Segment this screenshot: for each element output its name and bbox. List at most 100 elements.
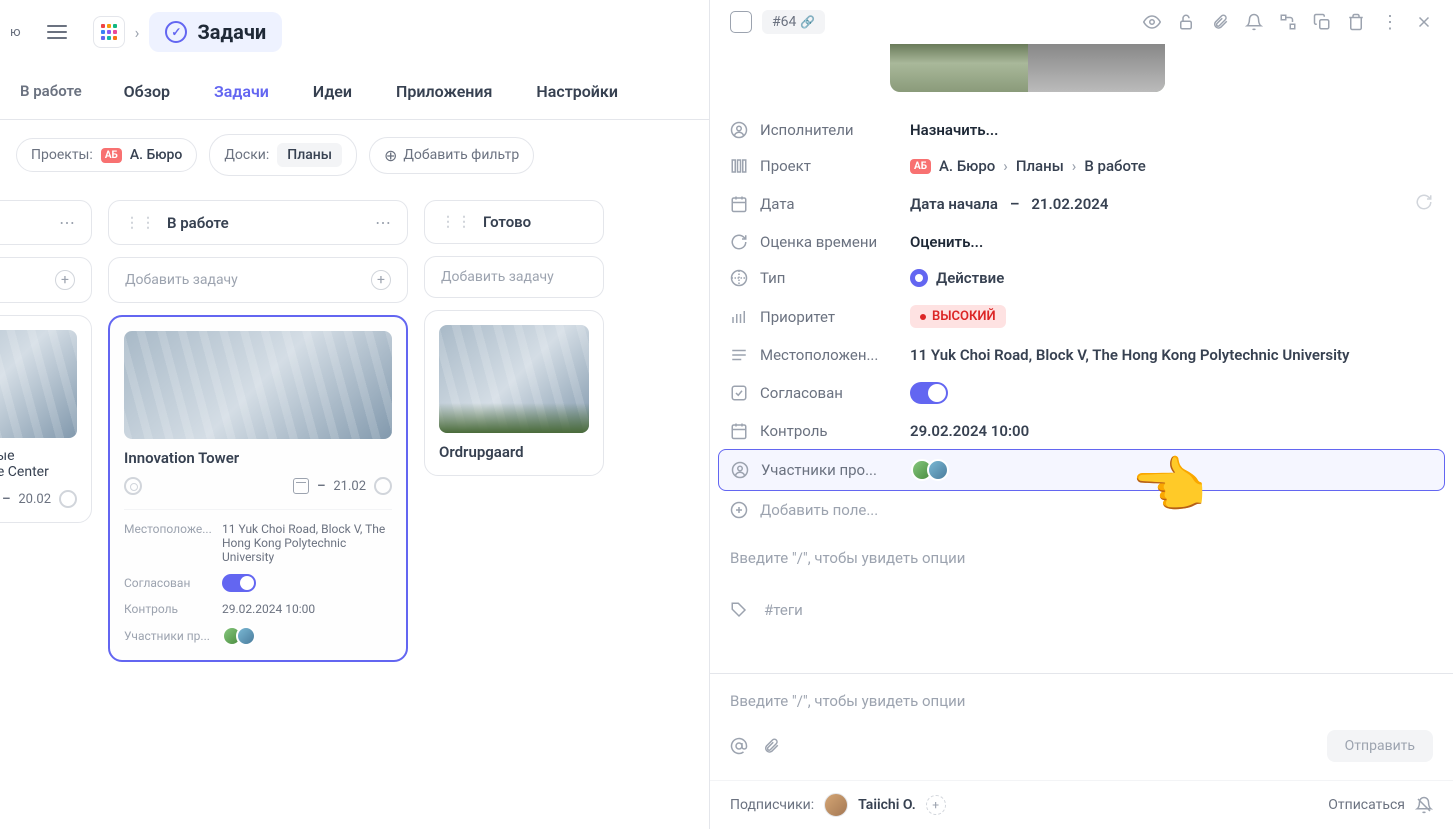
unsubscribe-button[interactable]: Отписаться xyxy=(1328,796,1433,814)
board-name: Планы xyxy=(277,143,342,167)
tab-ideas[interactable]: Идеи xyxy=(297,64,368,119)
field-project[interactable]: Проект АБ А. Бюро › Планы › В работе xyxy=(730,148,1433,184)
participants-avatars[interactable] xyxy=(911,459,949,481)
detail-body: Исполнители Назначить... Проект АБ А. Бю… xyxy=(710,44,1453,673)
calendar-icon xyxy=(730,422,748,440)
sync-icon[interactable] xyxy=(1415,193,1433,215)
field-value-text[interactable]: Назначить... xyxy=(910,121,1433,139)
task-card-selected[interactable]: Innovation Tower – 21.02 xyxy=(108,315,408,662)
task-check-icon: ✓ xyxy=(165,21,187,43)
eye-icon[interactable] xyxy=(1143,13,1161,31)
field-assignees[interactable]: Исполнители Назначить... xyxy=(730,112,1433,148)
drag-icon[interactable]: ⋮⋮ xyxy=(125,215,157,231)
cover-image[interactable] xyxy=(890,44,1165,92)
task-type-icon[interactable] xyxy=(730,11,752,33)
page-indicator[interactable]: ✓ Задачи xyxy=(149,12,282,52)
add-task-label: Добавить задачу xyxy=(441,269,554,285)
add-task-button[interactable]: чу + xyxy=(0,257,92,303)
add-subscriber-button[interactable]: + xyxy=(926,795,946,815)
subscriber-avatar[interactable] xyxy=(824,793,848,817)
approved-toggle[interactable] xyxy=(222,574,256,592)
tab-overview[interactable]: Обзор xyxy=(108,64,186,119)
field-label-text: Приоритет xyxy=(760,308,835,326)
status-filter[interactable]: В работе xyxy=(6,70,96,114)
task-card[interactable]: маркетинговые 'haeno Science Center – 20… xyxy=(0,315,92,523)
add-field-button[interactable]: Добавить поле... xyxy=(730,491,1433,529)
type-value[interactable]: Действие xyxy=(910,269,1433,287)
attachment-icon[interactable] xyxy=(1211,13,1229,31)
column-menu-icon[interactable]: ⋯ xyxy=(375,213,391,232)
column-menu-icon[interactable]: ⋯ xyxy=(59,213,75,232)
copy-icon[interactable] xyxy=(1313,13,1331,31)
send-button[interactable]: Отправить xyxy=(1327,730,1433,762)
field-value-text[interactable]: Оценить... xyxy=(910,233,1433,251)
drag-icon[interactable]: ⋮⋮ xyxy=(441,214,473,230)
tab-apps[interactable]: Приложения xyxy=(380,64,508,119)
tags-placeholder: #теги xyxy=(764,601,803,619)
field-label-text: Тип xyxy=(760,269,785,287)
tags-row[interactable]: #теги xyxy=(730,587,1433,633)
tab-bar: В работе Обзор Задачи Идеи Приложения На… xyxy=(0,64,709,120)
comment-input[interactable]: Введите "/", чтобы увидеть опции xyxy=(730,692,1433,730)
field-participants[interactable]: Участники про... xyxy=(718,449,1445,491)
breadcrumb-item: Планы xyxy=(1016,157,1064,175)
field-approved[interactable]: Согласован xyxy=(730,373,1433,413)
field-value: 11 Yuk Choi Road, Block V, The Hong Kong… xyxy=(222,522,392,564)
priority-value[interactable]: ВЫСОКИЙ xyxy=(910,305,1433,328)
dependency-icon[interactable] xyxy=(1279,13,1297,31)
kanban-board: ⋮⋮ ⋯ чу + маркетинговые 'haeno Science C… xyxy=(0,190,709,672)
checkbox-icon xyxy=(730,384,748,402)
add-task-button[interactable]: Добавить задачу + xyxy=(108,257,408,303)
add-filter-button[interactable]: ⊕ Добавить фильтр xyxy=(369,137,534,174)
approved-toggle[interactable] xyxy=(910,382,948,404)
board-filter[interactable]: Доски: Планы xyxy=(209,134,357,176)
column-title: Готово xyxy=(483,213,531,231)
control-value[interactable]: 29.02.2024 10:00 xyxy=(910,422,1433,440)
app-switcher-icon[interactable] xyxy=(93,16,125,48)
column-in-progress: ⋮⋮ В работе ⋯ Добавить задачу + Innovatio… xyxy=(108,200,408,662)
attachment-icon[interactable] xyxy=(762,737,780,755)
task-id-badge[interactable]: #64 🔗 xyxy=(762,10,825,34)
project-badge: АБ xyxy=(910,159,931,174)
column-header[interactable]: ⋮⋮ ⋯ xyxy=(0,200,92,245)
card-title: Ordrupgaard xyxy=(439,443,589,461)
participants-avatars[interactable] xyxy=(222,626,256,646)
lock-icon[interactable] xyxy=(1177,13,1195,31)
more-icon[interactable]: ⋮ xyxy=(1381,13,1399,31)
tab-tasks[interactable]: Задачи xyxy=(198,64,285,119)
field-date[interactable]: Дата Дата начала – 21.02.2024 xyxy=(730,184,1433,224)
trash-icon[interactable] xyxy=(1347,13,1365,31)
field-control[interactable]: Контроль 29.02.2024 10:00 xyxy=(730,413,1433,449)
status-circle-icon[interactable] xyxy=(59,490,77,508)
comment-box: Введите "/", чтобы увидеть опции Отправи… xyxy=(710,673,1453,780)
column-header[interactable]: ⋮⋮ Готово xyxy=(424,200,604,244)
type-badge-icon xyxy=(910,269,928,287)
tab-settings[interactable]: Настройки xyxy=(520,64,634,119)
board-filter-label: Доски: xyxy=(224,147,269,163)
column-header[interactable]: ⋮⋮ В работе ⋯ xyxy=(108,200,408,245)
field-type[interactable]: Тип Действие xyxy=(730,260,1433,296)
date-value[interactable]: Дата начала – 21.02.2024 xyxy=(910,193,1433,215)
close-icon[interactable] xyxy=(1415,13,1433,31)
bell-icon[interactable] xyxy=(1245,13,1263,31)
field-estimate[interactable]: Оценка времени Оценить... xyxy=(730,224,1433,260)
status-circle-icon[interactable] xyxy=(374,477,392,495)
card-custom-fields: Местоположе... 11 Yuk Choi Road, Block V… xyxy=(124,509,392,646)
field-location[interactable]: Местоположен... 11 Yuk Choi Road, Block … xyxy=(730,337,1433,373)
field-priority[interactable]: Приоритет ВЫСОКИЙ xyxy=(730,296,1433,337)
field-label-text: Оценка времени xyxy=(760,233,877,251)
column-title: В работе xyxy=(167,214,229,232)
location-value[interactable]: 11 Yuk Choi Road, Block V, The Hong Kong… xyxy=(910,346,1433,364)
menu-icon[interactable] xyxy=(47,22,67,42)
add-task-button[interactable]: Добавить задачу xyxy=(424,256,604,298)
plus-circle-icon xyxy=(730,501,748,519)
mention-icon[interactable] xyxy=(730,737,748,755)
project-filter[interactable]: Проекты: АБ А. Бюро xyxy=(16,138,197,172)
task-card[interactable]: Ordrupgaard xyxy=(424,310,604,476)
project-breadcrumb[interactable]: АБ А. Бюро › Планы › В работе xyxy=(910,157,1433,175)
card-title: маркетинговые 'haeno Science Center xyxy=(0,448,77,480)
content-area[interactable]: Введите "/", чтобы увидеть опции xyxy=(730,529,1433,587)
filter-bar: Проекты: АБ А. Бюро Доски: Планы ⊕ Добав… xyxy=(0,120,709,190)
add-filter-label: Добавить фильтр xyxy=(403,147,519,163)
project-badge: АБ xyxy=(101,148,122,163)
